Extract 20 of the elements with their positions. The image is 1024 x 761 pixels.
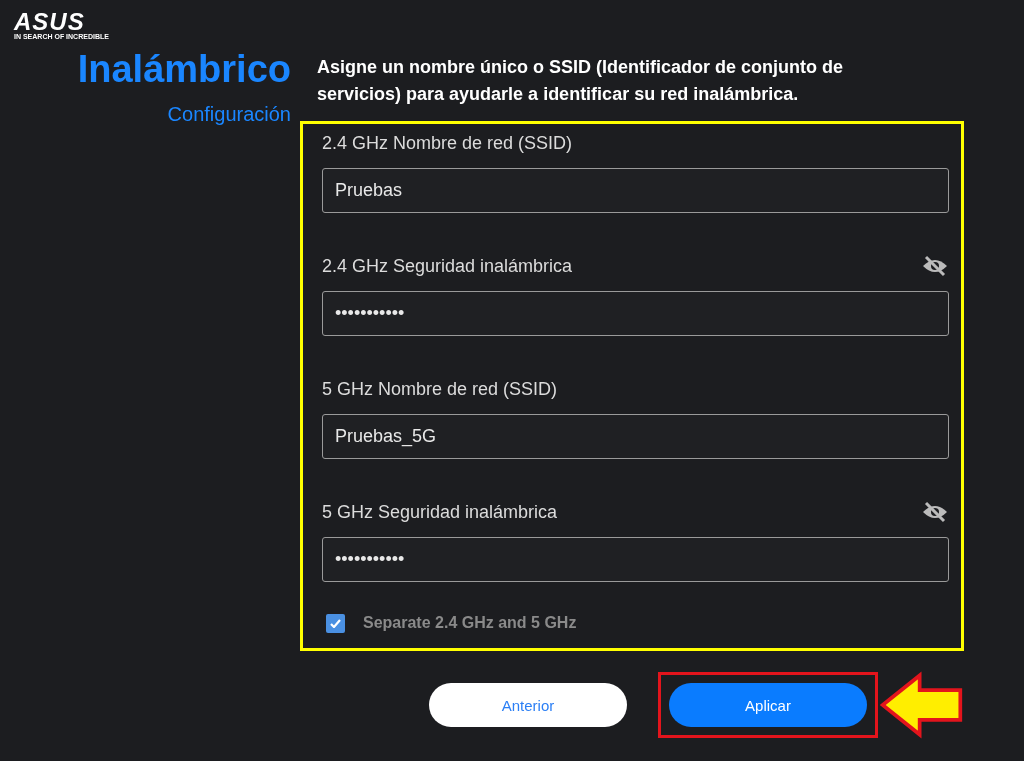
intro-text: Asigne un nombre único o SSID (Identificador de conjunto de servicios) para ayudarle a identificar su red inalámbrica. xyxy=(317,56,845,106)
page-subtitle: Configuración xyxy=(167,103,291,126)
field-label: 2.4 GHz Seguridad inalámbrica xyxy=(322,255,573,277)
checkbox-label: Separate 2.4 GHz and 5 GHz xyxy=(363,614,577,632)
input-field[interactable]: Pruebas xyxy=(322,168,949,213)
page-title: Inalámbrico xyxy=(77,47,291,91)
check-icon xyxy=(330,618,341,628)
arrow-icon xyxy=(879,670,964,740)
apply-button[interactable]: Aplicar xyxy=(669,683,867,727)
field-label: 5 GHz Nombre de red (SSID) xyxy=(322,378,558,400)
input-field[interactable]: Pruebas_5G xyxy=(322,414,949,459)
password-field[interactable]: ••••••••••• xyxy=(322,537,949,582)
brand-logo: ASUS xyxy=(14,12,85,32)
hidden-eye-icon[interactable] xyxy=(921,255,949,277)
password-field[interactable]: ••••••••••• xyxy=(322,291,949,336)
checkbox[interactable] xyxy=(326,613,345,633)
field-label: 2.4 GHz Nombre de red (SSID) xyxy=(322,132,573,154)
field-label: 5 GHz Seguridad inalámbrica xyxy=(322,501,558,523)
hidden-eye-icon[interactable] xyxy=(921,501,949,523)
back-button[interactable]: Anterior xyxy=(429,683,627,727)
